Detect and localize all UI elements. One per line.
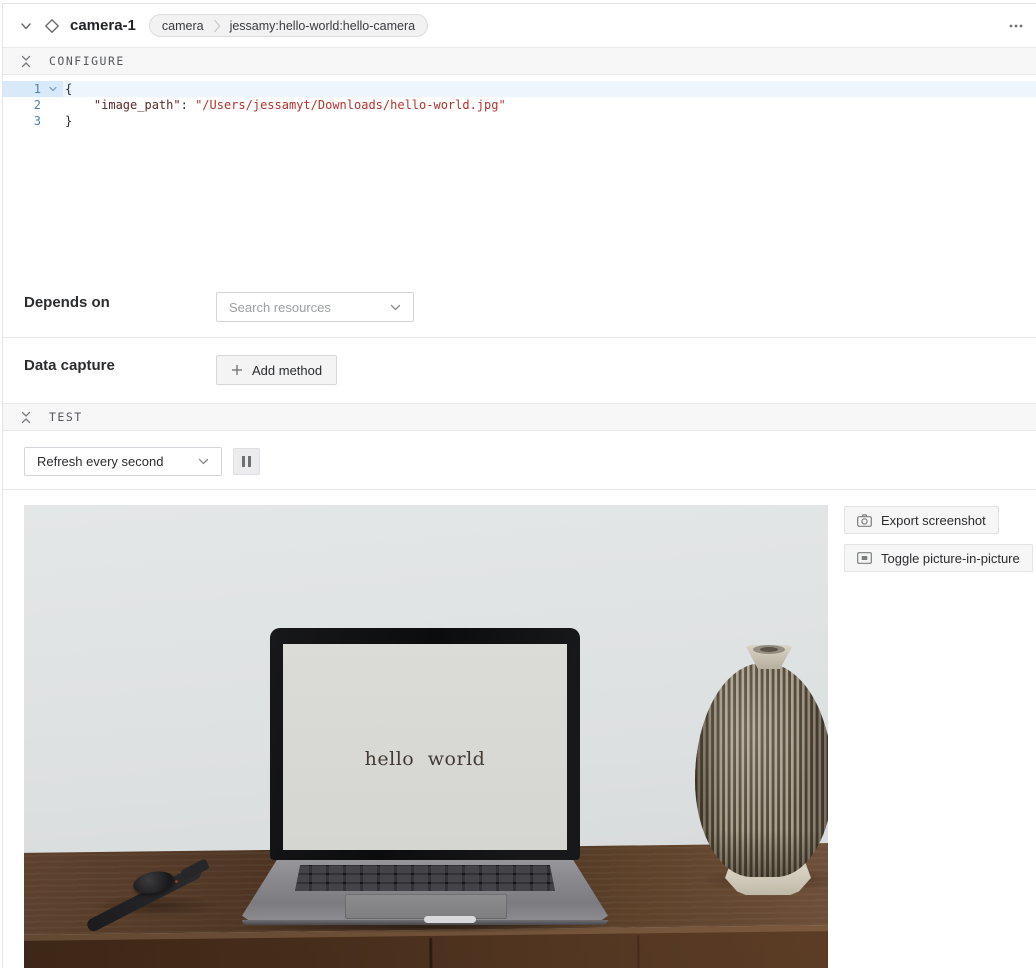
test-divider	[3, 489, 1036, 490]
component-header: camera-1 camera jessamy:hello-world:hell…	[3, 4, 1036, 47]
config-code-editor[interactable]: 1 { 2 "image_path": "/Users/jessamyt/Dow…	[3, 76, 1036, 278]
pause-icon	[242, 456, 245, 467]
camera-icon	[857, 514, 872, 527]
json-key: "image_path"	[94, 98, 181, 112]
add-method-button[interactable]: Add method	[216, 355, 337, 385]
chevron-down-icon	[20, 20, 32, 32]
chevron-down-icon	[390, 304, 401, 311]
plus-icon	[231, 364, 243, 376]
add-method-button-label: Add method	[252, 363, 322, 378]
code-rows: 1 { 2 "image_path": "/Users/jessamyt/Dow…	[3, 76, 1036, 129]
line-number: 3	[3, 113, 41, 129]
component-name: camera-1	[70, 17, 136, 34]
collapse-test-button[interactable]	[18, 409, 34, 426]
export-screenshot-label: Export screenshot	[881, 513, 986, 528]
laptop-screen-text: hello world	[365, 748, 486, 850]
toggle-pip-label: Toggle picture-in-picture	[881, 551, 1020, 566]
component-menu-button[interactable]	[1006, 21, 1026, 31]
code-text: {	[65, 81, 72, 97]
collapse-vertical-icon	[20, 55, 32, 68]
diamond-component-icon	[44, 18, 60, 34]
export-screenshot-button[interactable]: Export screenshot	[844, 506, 999, 534]
component-config-page: camera-1 camera jessamy:hello-world:hell…	[0, 0, 1036, 968]
component-type-tag: camera	[162, 19, 204, 33]
code-fold-icon[interactable]	[41, 86, 65, 92]
test-section-bar: TEST	[3, 403, 1036, 431]
vase-striped-body	[695, 663, 828, 877]
depends-on-placeholder: Search resources	[229, 300, 331, 315]
laptop-keyboard	[295, 865, 555, 891]
code-line-2: 2 "image_path": "/Users/jessamyt/Downloa…	[3, 97, 1036, 113]
test-section-label: TEST	[49, 410, 83, 424]
photo-watch	[85, 855, 245, 940]
laptop-screen: hello world	[283, 644, 567, 850]
json-string-value: "/Users/jessamyt/Downloads/hello-world.j…	[195, 98, 506, 112]
code-text: }	[65, 113, 72, 129]
depends-on-select[interactable]: Search resources	[216, 292, 414, 322]
configure-section-bar: CONFIGURE	[3, 47, 1036, 75]
refresh-rate-value: Refresh every second	[37, 454, 163, 469]
collapse-configure-button[interactable]	[18, 53, 34, 70]
data-capture-label: Data capture	[24, 357, 115, 374]
vase-mouth-opening	[760, 647, 778, 652]
laptop-lid-notch	[424, 916, 476, 923]
code-indent	[65, 98, 94, 112]
toggle-pip-button[interactable]: Toggle picture-in-picture	[844, 544, 1033, 572]
code-text: "image_path": "/Users/jessamyt/Downloads…	[65, 97, 506, 113]
json-separator: :	[181, 98, 195, 112]
watch-crown	[175, 880, 178, 883]
component-model-tag: jessamy:hello-world:hello-camera	[230, 19, 416, 33]
component-tags: camera jessamy:hello-world:hello-camera	[149, 14, 428, 37]
photo-vase	[695, 645, 828, 900]
refresh-rate-select[interactable]: Refresh every second	[24, 447, 222, 476]
depends-on-label: Depends on	[24, 294, 110, 311]
collapse-vertical-icon	[20, 411, 32, 424]
configure-section-label: CONFIGURE	[49, 54, 125, 68]
line-number: 2	[3, 97, 41, 113]
code-line-3: 3 }	[3, 113, 1036, 129]
picture-in-picture-icon	[857, 552, 872, 564]
ellipsis-icon	[1008, 23, 1024, 29]
camera-stream-image: hello world	[24, 505, 828, 968]
pause-icon	[248, 456, 251, 467]
section-divider	[3, 337, 1036, 338]
code-line-1: 1 {	[3, 81, 1036, 97]
photo-laptop: hello world	[242, 628, 608, 933]
chevron-right-icon	[213, 19, 221, 33]
pause-refresh-button[interactable]	[233, 448, 260, 475]
chevron-down-icon	[198, 458, 209, 465]
collapse-component-button[interactable]	[18, 18, 34, 34]
line-number: 1	[3, 81, 41, 97]
